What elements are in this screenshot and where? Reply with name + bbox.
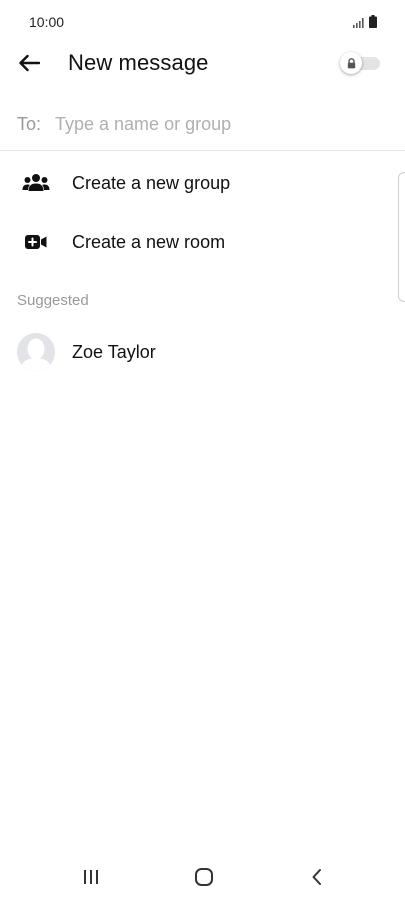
status-icons bbox=[353, 14, 377, 28]
default-avatar-icon bbox=[17, 333, 55, 371]
video-room-icon bbox=[22, 228, 50, 256]
to-label: To: bbox=[17, 114, 42, 134]
new-message-screen: 10:00 New message To: Type a name or gro… bbox=[0, 0, 405, 902]
battery-icon bbox=[369, 15, 377, 28]
recent-apps-icon bbox=[84, 870, 98, 884]
signal-icon bbox=[353, 18, 364, 28]
back-nav-button[interactable] bbox=[303, 864, 331, 890]
contact-row[interactable]: Zoe Taylor bbox=[0, 330, 395, 378]
back-button[interactable] bbox=[14, 48, 44, 78]
create-group-button[interactable]: Create a new group bbox=[0, 155, 395, 211]
lock-icon bbox=[347, 57, 355, 68]
status-time: 10:00 bbox=[29, 14, 65, 30]
system-nav-bar bbox=[0, 850, 405, 902]
suggested-header: Suggested bbox=[17, 292, 89, 309]
home-icon bbox=[195, 868, 213, 886]
app-bar: New message bbox=[0, 40, 405, 86]
home-button[interactable] bbox=[190, 864, 218, 890]
create-group-label: Create a new group bbox=[72, 172, 231, 193]
scroll-indicator[interactable] bbox=[398, 172, 405, 302]
status-bar: 10:00 bbox=[0, 0, 405, 44]
back-nav-icon bbox=[312, 869, 321, 885]
recent-apps-button[interactable] bbox=[77, 864, 105, 890]
toggle-knob bbox=[340, 52, 362, 74]
recipient-row: To: bbox=[0, 102, 405, 151]
create-room-button[interactable]: Create a new room bbox=[0, 214, 395, 270]
page-title: New message bbox=[68, 50, 209, 75]
contact-name: Zoe Taylor bbox=[72, 342, 156, 362]
recipient-search-input[interactable] bbox=[55, 110, 375, 138]
group-icon bbox=[22, 169, 50, 197]
arrow-left-icon bbox=[19, 54, 40, 72]
create-room-label: Create a new room bbox=[72, 231, 226, 252]
secret-conversation-toggle[interactable] bbox=[340, 52, 382, 74]
